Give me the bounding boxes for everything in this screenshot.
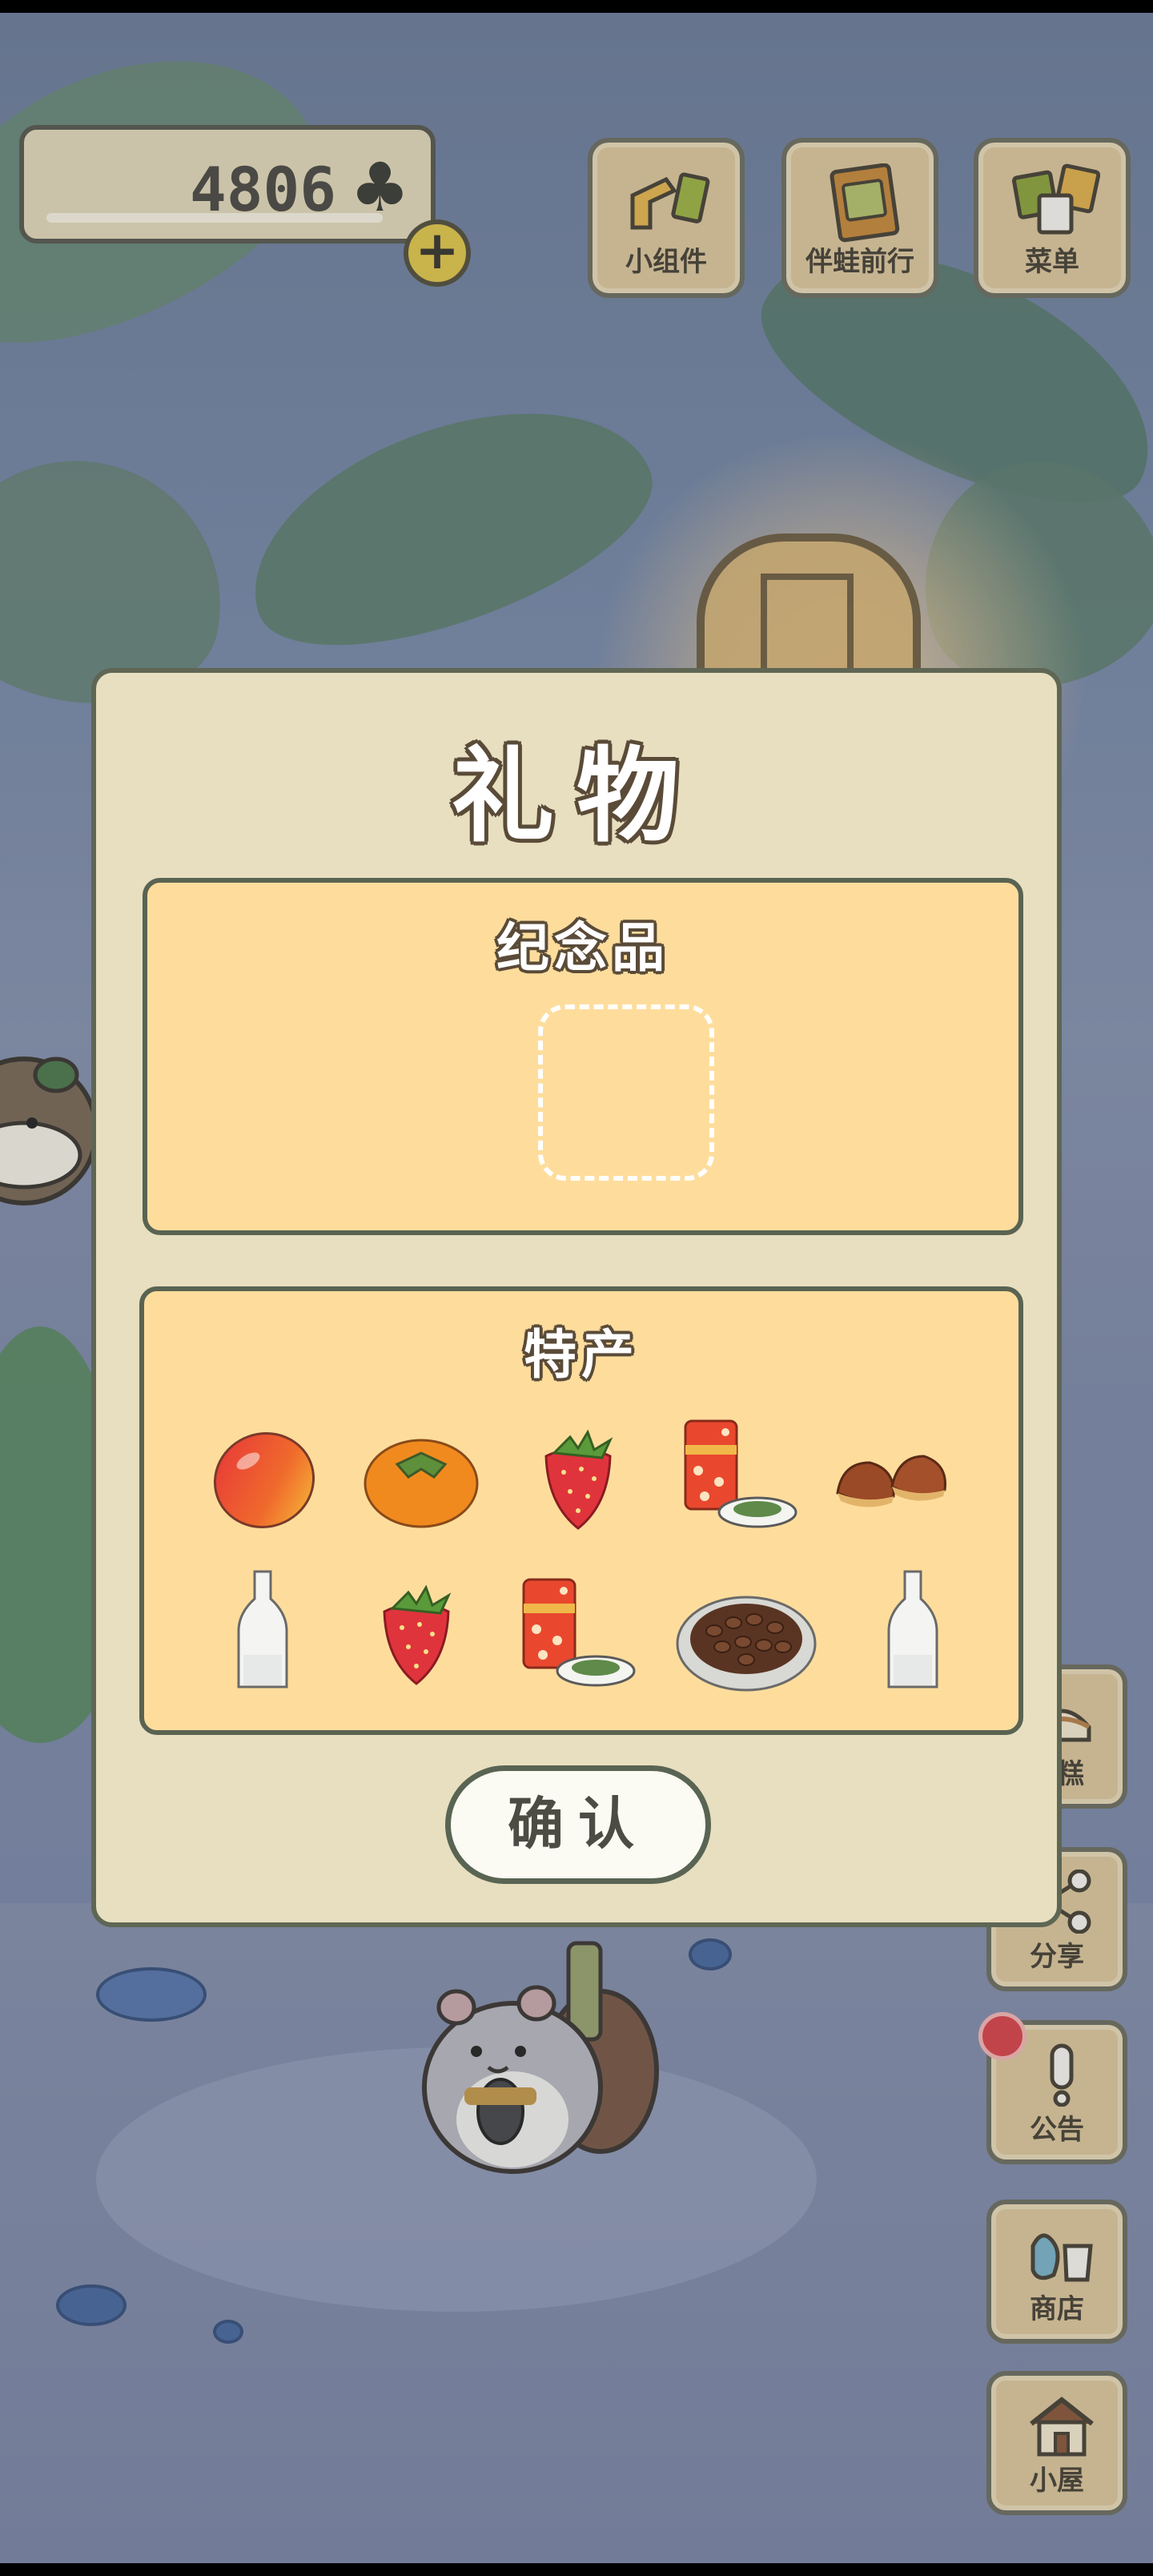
specialty-title: 特产 xyxy=(524,1324,639,1386)
specialty-item-mango[interactable] xyxy=(200,1413,328,1541)
specialty-item-tea-can[interactable] xyxy=(508,1567,636,1695)
specialty-item-sake-bottle[interactable] xyxy=(849,1567,977,1695)
specialty-item-coffee-beans[interactable] xyxy=(674,1567,818,1695)
strawberry-icon xyxy=(544,1429,613,1530)
chestnut-icon xyxy=(836,1455,946,1507)
tea-can-icon xyxy=(684,1419,797,1528)
souvenir-title: 纪念品 xyxy=(496,917,669,979)
specialty-item-strawberry[interactable] xyxy=(514,1408,642,1536)
sake-bottle-icon xyxy=(237,1570,288,1688)
sake-bottle-icon xyxy=(887,1570,938,1688)
persimmon-icon xyxy=(364,1439,479,1528)
game-scene: 4806 ♣ + 小组件 伴蛙前行 菜单 蛋糕 xyxy=(0,13,1153,2563)
specialty-item-sake-bottle[interactable] xyxy=(199,1567,327,1695)
specialty-panel: 特产 xyxy=(139,1286,1023,1735)
strawberry-icon xyxy=(383,1584,452,1685)
confirm-button[interactable]: 确认 xyxy=(445,1765,711,1884)
souvenir-panel: 纪念品 xyxy=(143,878,1023,1235)
gift-dialog: 礼物 纪念品 特产 确认 xyxy=(91,668,1062,1927)
tea-can-icon xyxy=(522,1578,636,1687)
specialty-item-chestnut[interactable] xyxy=(826,1413,954,1541)
coffee-beans-icon xyxy=(676,1596,817,1692)
specialty-item-tea-can[interactable] xyxy=(669,1408,797,1536)
specialty-item-persimmon[interactable] xyxy=(357,1413,485,1541)
mango-icon xyxy=(213,1432,315,1528)
dialog-title: 礼物 xyxy=(451,737,701,856)
souvenir-empty-slot[interactable] xyxy=(538,1004,714,1181)
specialty-item-strawberry[interactable] xyxy=(352,1564,480,1692)
